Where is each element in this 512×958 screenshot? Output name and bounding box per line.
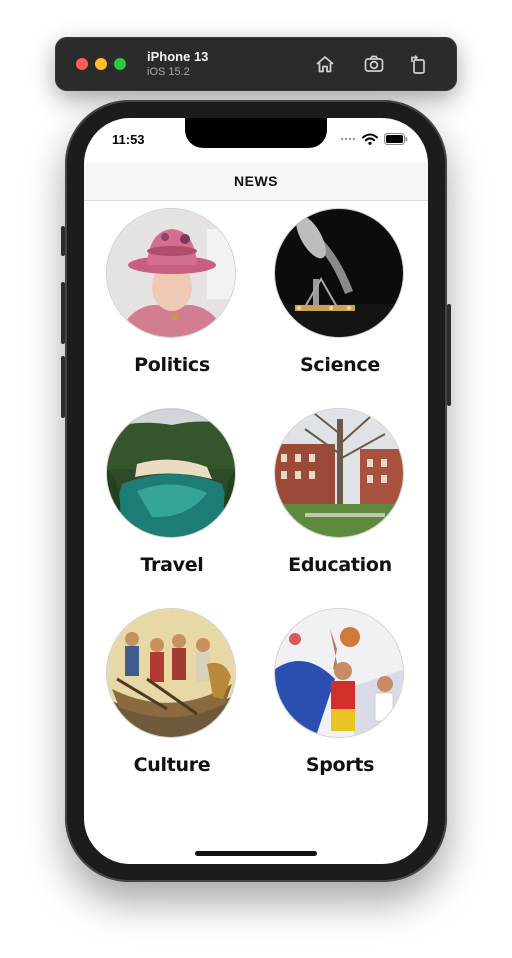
category-label: Education bbox=[288, 554, 392, 576]
rotate-button[interactable] bbox=[407, 52, 431, 76]
zoom-window-button[interactable] bbox=[114, 58, 126, 70]
cellular-icon bbox=[340, 137, 356, 141]
status-time: 11:53 bbox=[112, 132, 145, 147]
notch bbox=[185, 118, 327, 148]
home-icon bbox=[316, 56, 334, 73]
rotate-icon bbox=[411, 54, 425, 74]
volume-up-button bbox=[61, 282, 65, 344]
category-label: Culture bbox=[133, 754, 211, 776]
os-version: iOS 15.2 bbox=[147, 66, 190, 78]
category-culture[interactable]: Culture bbox=[106, 608, 238, 776]
device-name: iPhone 13 bbox=[147, 49, 209, 64]
education-image bbox=[274, 408, 404, 538]
battery-icon bbox=[384, 133, 408, 145]
category-education[interactable]: Education bbox=[274, 408, 406, 576]
screenshot-button[interactable] bbox=[362, 52, 386, 76]
category-politics[interactable]: Politics bbox=[106, 208, 238, 376]
power-button bbox=[447, 304, 451, 406]
phone-screen: 11:53 NEWS Politics Science Travel Educa… bbox=[84, 118, 428, 864]
page-title: NEWS bbox=[234, 173, 278, 189]
culture-image bbox=[106, 608, 236, 738]
category-label: Science bbox=[300, 354, 380, 376]
minimize-window-button[interactable] bbox=[95, 58, 107, 70]
travel-image bbox=[106, 408, 236, 538]
home-indicator[interactable] bbox=[195, 851, 317, 856]
close-window-button[interactable] bbox=[76, 58, 88, 70]
volume-down-button bbox=[61, 356, 65, 418]
navigation-bar: NEWS bbox=[84, 162, 428, 201]
category-sports[interactable]: Sports bbox=[274, 608, 406, 776]
category-label: Politics bbox=[134, 354, 210, 376]
category-travel[interactable]: Travel bbox=[106, 408, 238, 576]
simulator-toolbar: iPhone 13 iOS 15.2 bbox=[55, 37, 457, 91]
silent-switch bbox=[61, 226, 65, 256]
wifi-icon bbox=[362, 133, 378, 145]
status-icons bbox=[340, 133, 408, 145]
category-label: Sports bbox=[305, 754, 375, 776]
camera-icon bbox=[364, 55, 384, 72]
politics-image bbox=[106, 208, 236, 338]
home-button[interactable] bbox=[313, 52, 337, 76]
science-image bbox=[274, 208, 404, 338]
category-science[interactable]: Science bbox=[274, 208, 406, 376]
category-label: Travel bbox=[140, 554, 204, 576]
sports-image bbox=[274, 608, 404, 738]
